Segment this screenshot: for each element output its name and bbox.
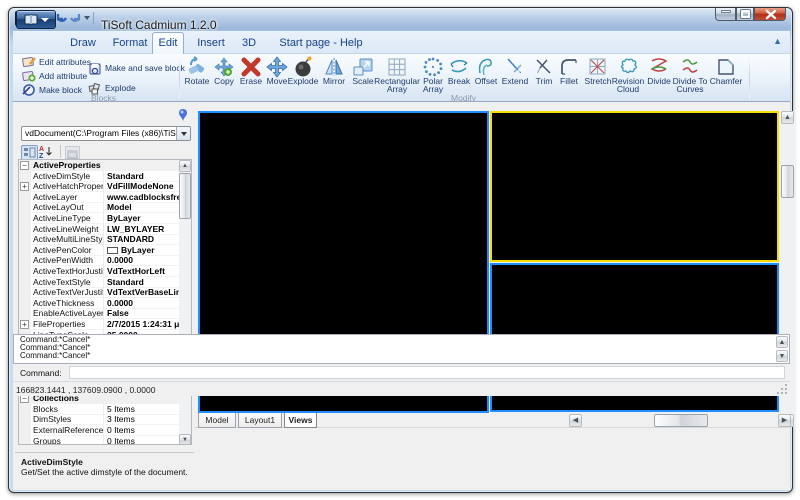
svg-text:Z: Z [39, 153, 44, 158]
svg-text:A: A [39, 146, 44, 153]
